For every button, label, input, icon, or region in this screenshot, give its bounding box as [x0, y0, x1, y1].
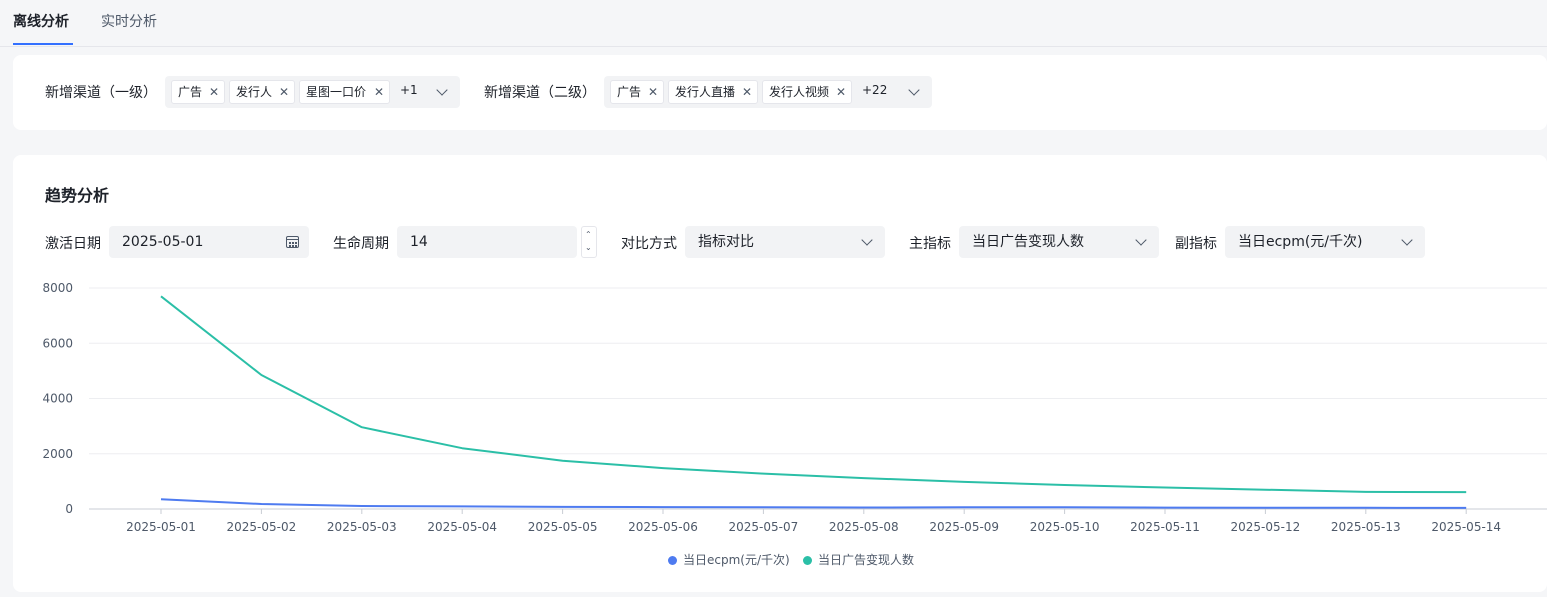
chip-label: 发行人直播	[675, 85, 736, 99]
y-tick-label: 2000	[42, 447, 73, 461]
y-tick-label: 8000	[42, 281, 73, 295]
more-count: +22	[862, 83, 888, 97]
chip-remove-icon[interactable]: ✕	[836, 81, 846, 103]
chip-label: 发行人视频	[769, 85, 830, 99]
active-tab-indicator	[13, 43, 73, 45]
channel-l2-chip: 广告 ✕	[610, 80, 664, 104]
chip-remove-icon[interactable]: ✕	[374, 81, 384, 103]
x-tick-label: 2025-05-01	[126, 520, 196, 534]
series-line-1	[160, 295, 1467, 494]
chip-remove-icon[interactable]: ✕	[209, 81, 219, 103]
series-line-0	[160, 498, 1467, 509]
x-tick-label: 2025-05-10	[1030, 520, 1100, 534]
x-tick-label: 2025-05-14	[1431, 520, 1501, 534]
more-count: +1	[400, 83, 418, 97]
chip-label: 发行人	[236, 85, 273, 99]
chip-label: 广告	[178, 85, 203, 99]
channel-l1-chip: 发行人 ✕	[229, 80, 295, 104]
chip-remove-icon[interactable]: ✕	[742, 81, 752, 103]
legend-item-ad-users[interactable]: 当日广告变现人数	[803, 551, 914, 568]
channel-l1-select[interactable]: 广告 ✕ 发行人 ✕ 星图一口价 ✕ +1	[165, 76, 460, 108]
trend-card: 趋势分析 激活日期 2025-05-01 生命周期 14 ⌃ ⌄ 对比方式 指标…	[13, 155, 1547, 592]
x-tick-label: 2025-05-08	[829, 520, 899, 534]
tab-offline-analysis[interactable]: 离线分析	[13, 11, 69, 31]
channel-l2-chip: 发行人直播 ✕	[668, 80, 758, 104]
channel-l2-select[interactable]: 广告 ✕ 发行人直播 ✕ 发行人视频 ✕ +22	[604, 76, 932, 108]
x-tick-label: 2025-05-12	[1231, 520, 1301, 534]
legend-dot-icon	[668, 556, 677, 565]
chip-label: 广告	[617, 85, 642, 99]
x-tick-label: 2025-05-04	[427, 520, 497, 534]
legend-dot-icon	[803, 556, 812, 565]
x-tick-label: 2025-05-05	[528, 520, 598, 534]
filter-card: 新增渠道（一级） 广告 ✕ 发行人 ✕ 星图一口价 ✕ +1 新增渠道（二级） …	[13, 55, 1547, 130]
x-tick-label: 2025-05-02	[227, 520, 297, 534]
chip-remove-icon[interactable]: ✕	[279, 81, 289, 103]
trend-chart: 0 2000 4000 6000 8000 2025-05-01 2025-05-02 202…	[42, 281, 1547, 534]
channel-l2-label: 新增渠道（二级）	[484, 85, 596, 101]
analysis-tabs: 离线分析 实时分析	[0, 0, 1547, 47]
x-tick-label: 2025-05-11	[1130, 520, 1200, 534]
x-tick-label: 2025-05-06	[628, 520, 698, 534]
legend-label: 当日广告变现人数	[818, 553, 915, 567]
x-tick-label: 2025-05-07	[729, 520, 799, 534]
chip-label: 星图一口价	[306, 85, 367, 99]
channel-l2-chip: 发行人视频 ✕	[762, 80, 852, 104]
x-tick-label: 2025-05-09	[929, 520, 999, 534]
chevron-down-icon	[436, 84, 448, 96]
y-tick-label: 0	[65, 502, 73, 516]
chevron-down-icon	[908, 84, 920, 96]
channel-l1-chip: 广告 ✕	[171, 80, 225, 104]
legend-item-ecpm[interactable]: 当日ecpm(元/千次)	[668, 551, 790, 568]
channel-l1-chip: 星图一口价 ✕	[299, 80, 390, 104]
y-tick-label: 4000	[42, 392, 73, 406]
x-tick-label: 2025-05-03	[327, 520, 397, 534]
x-tick-label: 2025-05-13	[1331, 520, 1401, 534]
chip-remove-icon[interactable]: ✕	[648, 81, 658, 103]
tab-realtime-analysis[interactable]: 实时分析	[101, 11, 157, 31]
channel-l1-label: 新增渠道（一级）	[45, 85, 157, 101]
y-tick-label: 6000	[42, 336, 73, 350]
legend-label: 当日ecpm(元/千次)	[683, 553, 790, 567]
